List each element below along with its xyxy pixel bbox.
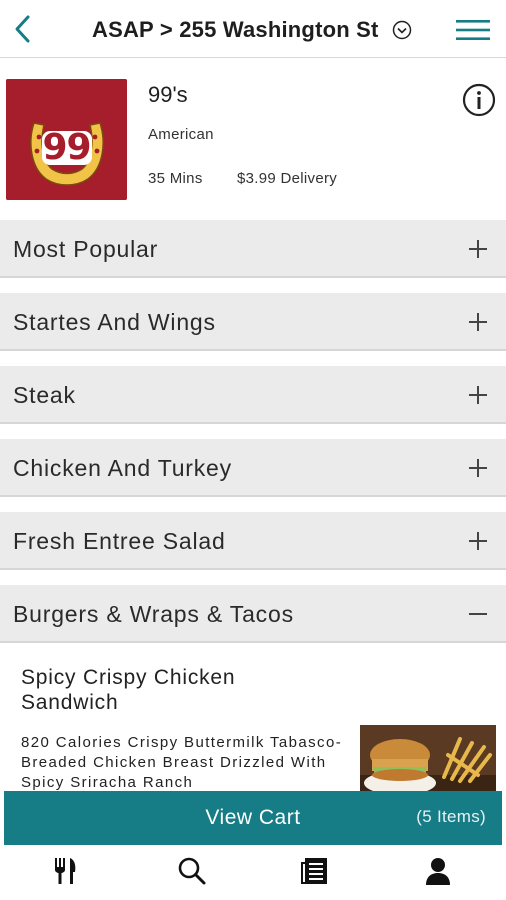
bottom-nav [0, 848, 506, 900]
back-button[interactable] [8, 12, 36, 46]
minus-icon[interactable] [466, 602, 490, 626]
category-most-popular[interactable]: Most Popular [0, 220, 506, 278]
category-label: Chicken And Turkey [13, 455, 232, 481]
category-steak[interactable]: Steak [0, 366, 506, 424]
menu-item[interactable]: Spicy Crispy Chicken Sandwich 820 Calori… [0, 643, 506, 793]
info-icon[interactable] [462, 83, 496, 117]
logo-number: 99 [42, 127, 91, 168]
cart-item-count: (5 Items) [416, 807, 486, 826]
category-label: Startes And Wings [13, 309, 216, 335]
nav-menu[interactable] [46, 854, 86, 888]
category-label: Steak [13, 382, 76, 408]
category-fresh-entree-salad[interactable]: Fresh Entree Salad [0, 512, 506, 570]
plus-icon[interactable] [466, 310, 490, 334]
category-label: Burgers & Wraps & Tacos [13, 601, 294, 627]
menu-item-photo [360, 725, 496, 793]
search-icon [178, 857, 206, 885]
plus-icon[interactable] [466, 383, 490, 407]
delivery-fee: $3.99 Delivery [237, 170, 338, 187]
category-burgers-wraps-tacos[interactable]: Burgers & Wraps & Tacos [0, 585, 506, 643]
category-label: Fresh Entree Salad [13, 528, 226, 554]
category-chicken-and-turkey[interactable]: Chicken And Turkey [0, 439, 506, 497]
plus-icon[interactable] [466, 237, 490, 261]
delivery-address-title[interactable]: ASAP > 255 Washington St [92, 17, 379, 43]
chevron-left-icon [15, 15, 30, 43]
nav-orders[interactable] [294, 854, 334, 888]
plus-icon[interactable] [466, 456, 490, 480]
chevron-down-circle-icon[interactable] [392, 20, 412, 40]
restaurant-cuisine: American [148, 126, 214, 143]
account-icon [426, 858, 450, 885]
category-startes-and-wings[interactable]: Startes And Wings [0, 293, 506, 351]
nav-account[interactable] [418, 854, 458, 888]
menu-item-description: 820 Calories Crispy Buttermilk Tabasco-B… [21, 734, 343, 791]
hamburger-menu-icon[interactable] [456, 19, 490, 41]
restaurant-info: 99 99's American 35 Mins $3.99 Delivery [0, 58, 506, 218]
category-label: Most Popular [13, 236, 159, 262]
delivery-time: 35 Mins [148, 170, 203, 187]
menu-item-name: Spicy Crispy Chicken Sandwich [21, 666, 236, 714]
orders-icon [301, 858, 327, 884]
view-cart-button[interactable]: View Cart (5 Items) [4, 791, 502, 845]
fork-knife-icon [55, 858, 76, 884]
nav-search[interactable] [172, 854, 212, 888]
restaurant-name: 99's [148, 82, 188, 107]
plus-icon[interactable] [466, 529, 490, 553]
restaurant-logo: 99 [6, 79, 127, 200]
top-bar: ASAP > 255 Washington St [0, 0, 506, 58]
